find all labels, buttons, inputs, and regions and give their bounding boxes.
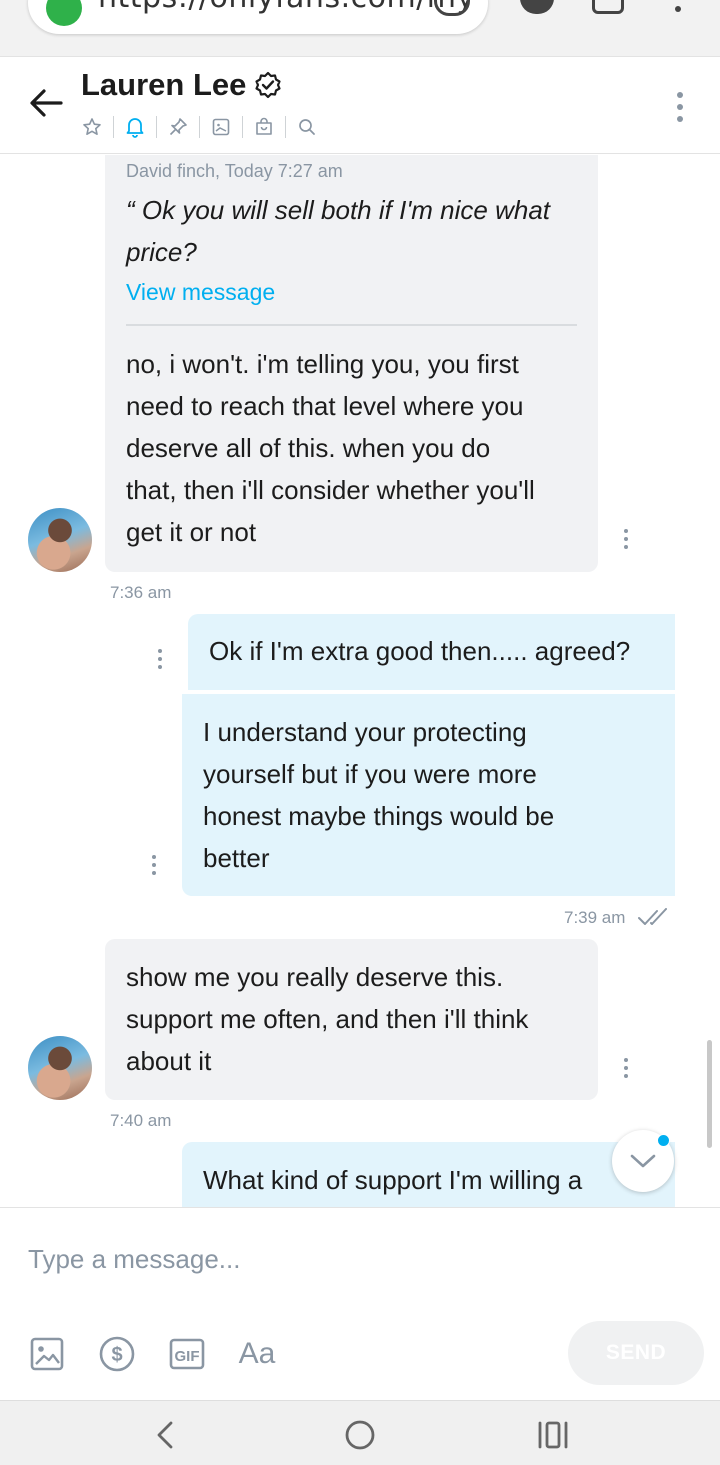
incoming-message[interactable]: show me you really deserve this. support… (105, 939, 598, 1100)
bell-icon[interactable] (121, 113, 149, 141)
image-icon[interactable] (25, 1332, 69, 1376)
secure-shield-icon (46, 0, 82, 26)
message-line: deserve all of this. when you do (126, 433, 491, 463)
nav-back-icon (157, 1421, 173, 1449)
quoted-message-meta: David finch, Today 7:27 am (126, 161, 343, 181)
message-options-icon[interactable] (150, 645, 170, 673)
message-input[interactable] (0, 1226, 720, 1292)
nav-recents-icon (538, 1421, 568, 1449)
back-button[interactable] (24, 81, 68, 125)
message-text: What kind of support I'm willing a (203, 1165, 583, 1195)
dollar-icon[interactable]: $ (95, 1332, 139, 1376)
image-icon[interactable] (207, 113, 235, 141)
message-composer: $ GIF Aa SEND (0, 1207, 720, 1400)
url-text[interactable]: https://onlyfans.com/my (98, 0, 475, 15)
verified-badge-icon (254, 71, 282, 99)
gif-label: GIF (175, 1348, 200, 1365)
browser-menu-icon[interactable] (675, 6, 681, 12)
home-icon[interactable] (520, 0, 554, 14)
message-time: 7:39 am (564, 908, 626, 927)
quoted-line: price? (126, 237, 197, 267)
read-receipt-icon (638, 908, 667, 925)
back-arrow-icon (30, 89, 63, 117)
message-options-icon[interactable] (616, 1054, 636, 1082)
message-text: Ok if I'm extra good then..... agreed? (209, 636, 631, 666)
message-line: honest maybe things would be (203, 801, 555, 831)
incoming-message[interactable]: David finch, Today 7:27 am “ Ok you will… (105, 155, 598, 572)
divider (199, 116, 200, 138)
message-line: that, then i'll consider whether you'll (126, 475, 535, 505)
header-action-row (78, 113, 321, 141)
message-line: show me you really deserve this. (126, 962, 504, 992)
more-vertical-icon[interactable] (662, 87, 698, 127)
browser-toolbar: https://onlyfans.com/my (0, 0, 720, 56)
pin-icon[interactable] (164, 113, 192, 141)
contact-name: Lauren Lee (81, 67, 247, 102)
outgoing-message[interactable]: Ok if I'm extra good then..... agreed? (188, 614, 675, 690)
gif-icon[interactable]: GIF (165, 1332, 209, 1376)
quoted-message-text: “ Ok you will sell both if I'm nice what… (126, 189, 586, 273)
scrollbar[interactable] (707, 1040, 712, 1148)
text-format-label: Aa (238, 1337, 276, 1370)
bag-icon[interactable] (250, 113, 278, 141)
star-icon[interactable] (78, 113, 106, 141)
chevron-down-icon (630, 1154, 656, 1168)
quoted-line: “ Ok you will sell both if I'm nice what (126, 195, 550, 225)
contact-title[interactable]: Lauren Lee (81, 67, 282, 103)
nav-back-button[interactable] (145, 1415, 185, 1455)
message-text: show me you really deserve this. support… (126, 956, 586, 1082)
divider (285, 116, 286, 138)
message-line: get it or not (126, 517, 257, 547)
view-message-link[interactable]: View message (126, 279, 275, 306)
nav-home-button[interactable] (340, 1415, 380, 1455)
message-time: 7:36 am (110, 583, 172, 602)
chat-header: Lauren Lee (0, 56, 720, 154)
divider (113, 116, 114, 138)
nav-home-icon (345, 1420, 375, 1450)
outgoing-message[interactable]: I understand your protecting yourself bu… (182, 694, 675, 896)
system-nav-bar (0, 1400, 720, 1465)
message-line: support me often, and then i'll think (126, 1004, 529, 1034)
search-icon[interactable] (293, 113, 321, 141)
divider (156, 116, 157, 138)
message-text: no, i won't. i'm telling you, you first … (126, 343, 586, 553)
divider (242, 116, 243, 138)
quote-divider (126, 324, 577, 326)
avatar[interactable] (28, 508, 92, 572)
message-text: I understand your protecting yourself bu… (203, 711, 663, 879)
message-line: yourself but if you were more (203, 759, 537, 789)
message-line: better (203, 843, 270, 873)
message-time: 7:40 am (110, 1111, 172, 1130)
outgoing-message[interactable]: What kind of support I'm willing a (182, 1142, 675, 1207)
address-bar[interactable]: https://onlyfans.com/my (28, 0, 488, 34)
tabs-icon[interactable] (592, 0, 624, 14)
message-line: about it (126, 1046, 212, 1076)
unread-indicator (657, 1134, 670, 1147)
nav-recents-button[interactable] (533, 1415, 573, 1455)
message-options-icon[interactable] (144, 851, 164, 879)
text-format-icon[interactable]: Aa (234, 1332, 280, 1376)
avatar[interactable] (28, 1036, 92, 1100)
message-line: I understand your protecting (203, 717, 527, 747)
message-list[interactable]: David finch, Today 7:27 am “ Ok you will… (0, 155, 720, 1207)
send-button[interactable]: SEND (568, 1321, 704, 1385)
message-options-icon[interactable] (616, 525, 636, 553)
svg-text:$: $ (111, 1344, 122, 1366)
message-line: need to reach that level where you (126, 391, 524, 421)
message-line: no, i won't. i'm telling you, you first (126, 349, 519, 379)
